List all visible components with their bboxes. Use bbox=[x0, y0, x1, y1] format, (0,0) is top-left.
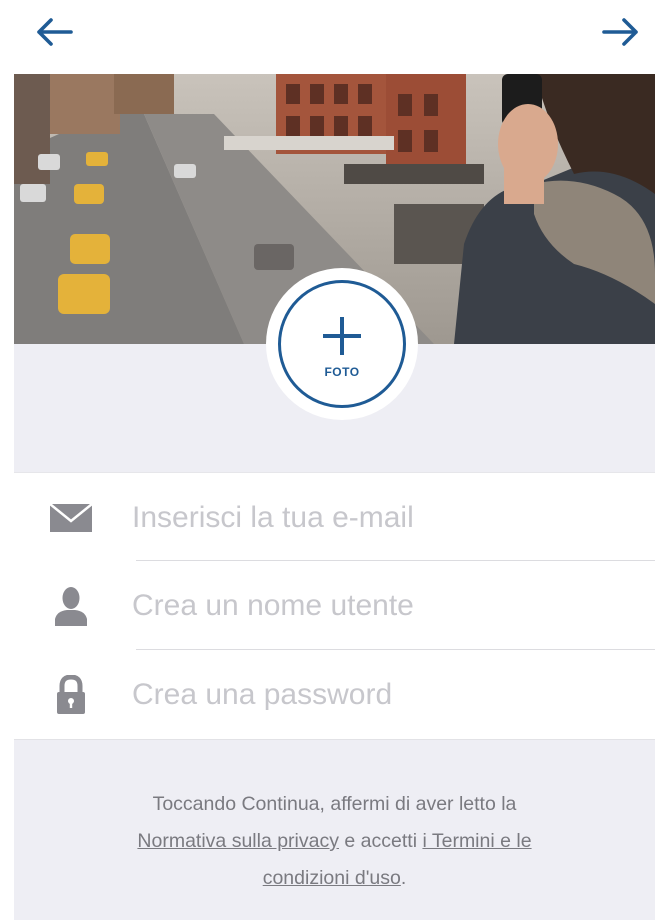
add-photo-label: FOTO bbox=[324, 365, 360, 379]
password-row bbox=[14, 650, 655, 739]
back-button[interactable] bbox=[28, 8, 80, 56]
top-nav-bar bbox=[0, 0, 655, 74]
envelope-icon bbox=[44, 496, 98, 540]
email-field[interactable] bbox=[132, 473, 642, 562]
terms-conditions-link[interactable]: condizioni d'uso bbox=[263, 867, 401, 889]
arrow-right-icon bbox=[602, 18, 638, 46]
email-row bbox=[14, 473, 655, 562]
password-field[interactable] bbox=[132, 650, 642, 739]
privacy-policy-link[interactable]: Normativa sulla privacy bbox=[137, 830, 339, 852]
plus-icon bbox=[321, 315, 363, 357]
terms-middle-text: e accetti bbox=[338, 830, 423, 852]
next-button[interactable] bbox=[595, 8, 647, 56]
terms-intro-text: Toccando Continua, affermi di aver letto… bbox=[152, 793, 517, 815]
terms-link[interactable]: i Termini e le bbox=[422, 830, 531, 852]
add-photo-button[interactable]: FOTO bbox=[266, 268, 418, 420]
signup-form bbox=[14, 472, 655, 739]
arrow-left-icon bbox=[37, 18, 73, 46]
add-photo-ring: FOTO bbox=[278, 280, 406, 408]
terms-footer: Toccando Continua, affermi di aver letto… bbox=[14, 739, 655, 920]
terms-end-text: . bbox=[400, 867, 407, 889]
username-field[interactable] bbox=[132, 561, 642, 650]
lock-icon bbox=[44, 673, 98, 717]
user-icon bbox=[44, 584, 98, 628]
username-row bbox=[14, 561, 655, 650]
terms-text: Toccando Continua, affermi di aver letto… bbox=[54, 786, 615, 897]
